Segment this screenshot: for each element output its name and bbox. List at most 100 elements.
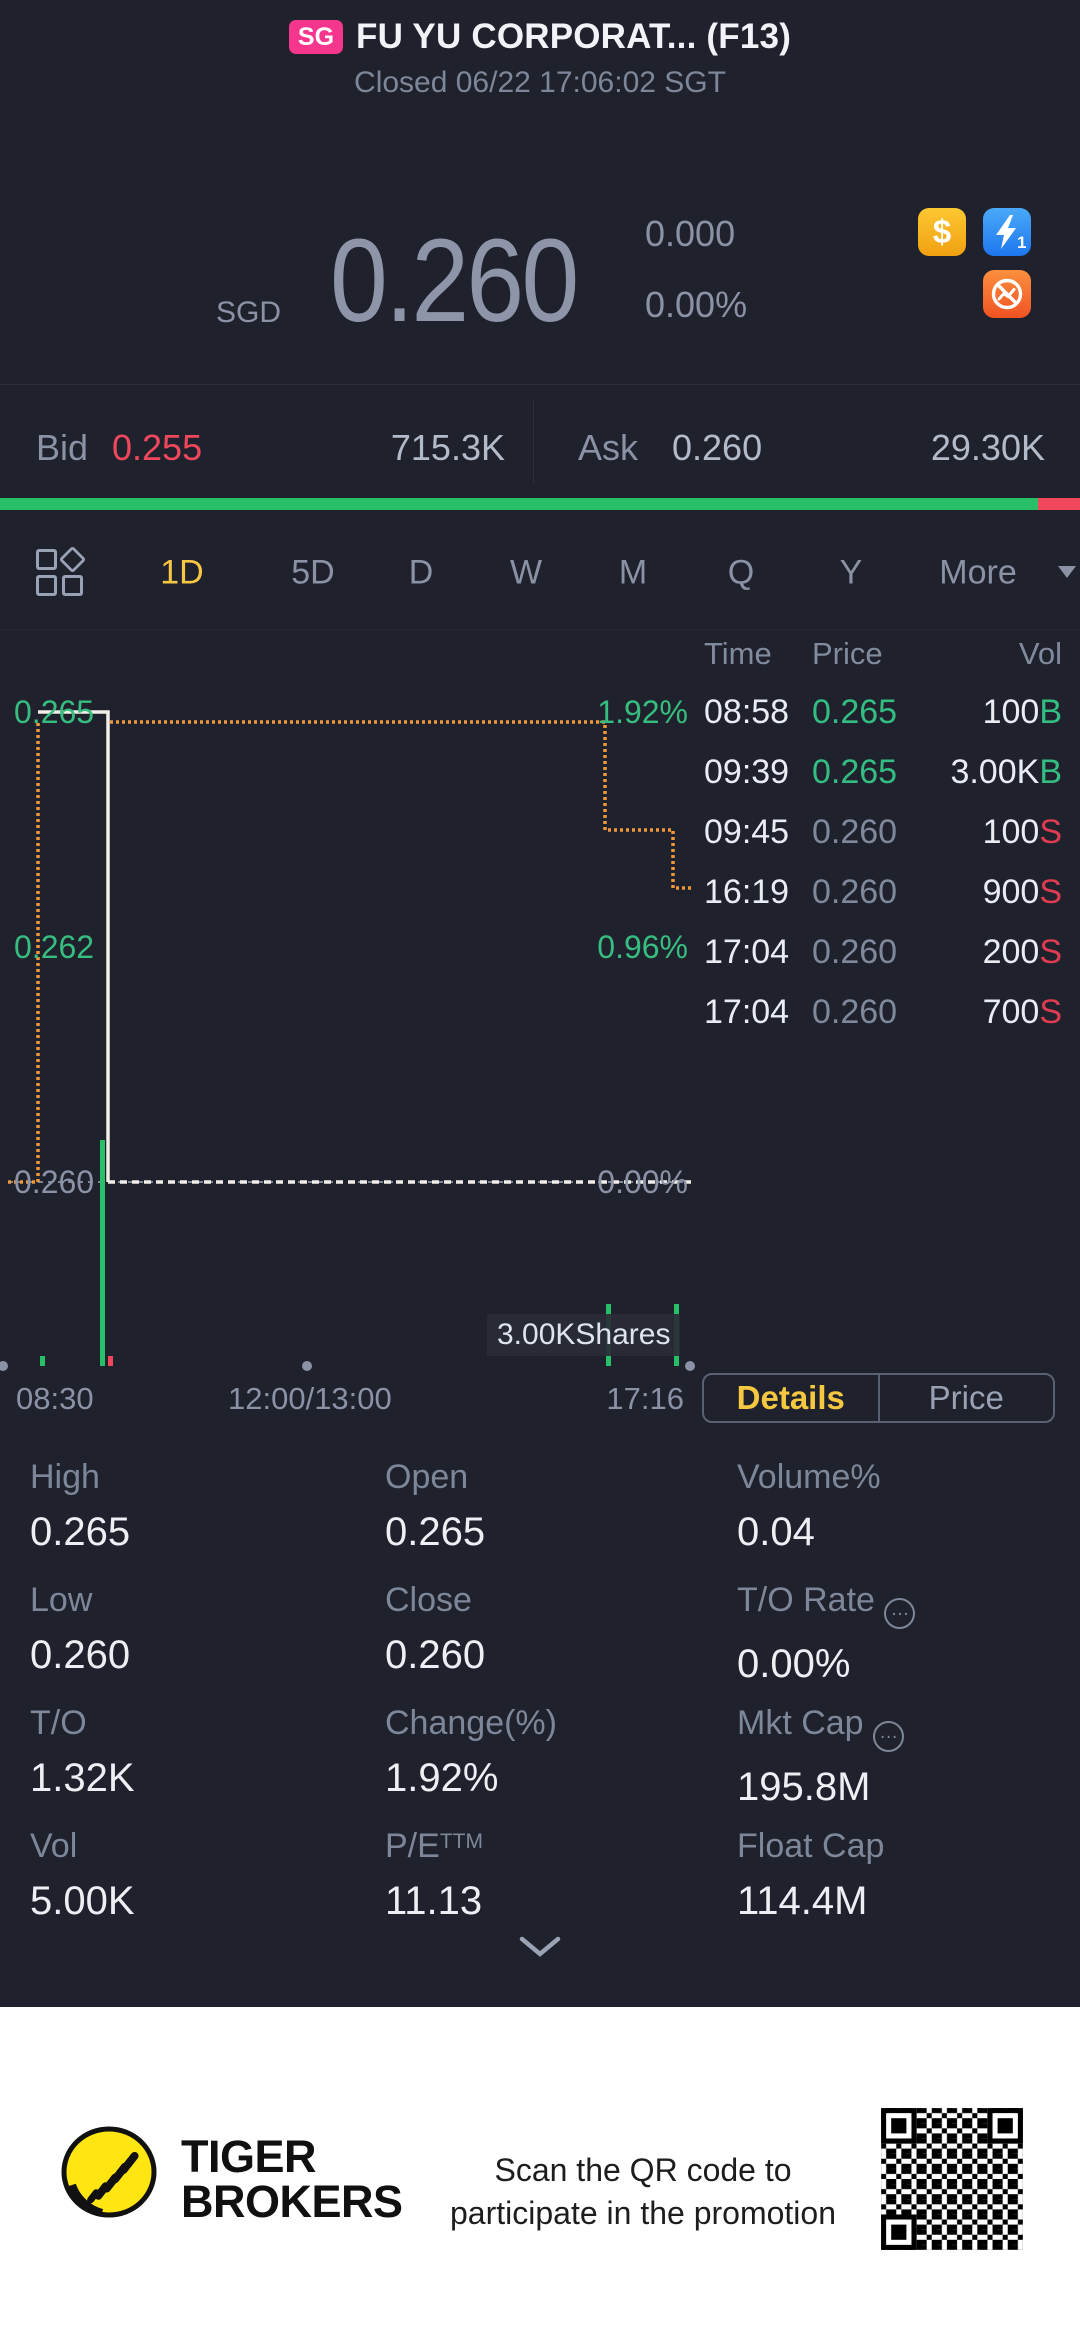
chart-layout-icon[interactable] bbox=[36, 545, 87, 597]
trade-price: 0.265 bbox=[812, 693, 898, 731]
trade-side: S bbox=[1039, 813, 1062, 851]
trade-row[interactable]: 08:58 0.265 100B bbox=[0, 682, 1080, 742]
stat-value: 0.04 bbox=[737, 1510, 815, 1554]
stat-value: 195.8M bbox=[737, 1765, 871, 1809]
promo-text: Scan the QR code to participate in the p… bbox=[428, 2149, 858, 2235]
stat-value: 11.13 bbox=[385, 1879, 483, 1923]
trade-vol: 900S bbox=[983, 862, 1062, 922]
trade-time: 17:04 bbox=[704, 933, 790, 971]
square-icon bbox=[36, 549, 57, 570]
trade-vol: 100B bbox=[983, 682, 1062, 742]
bid-ask-row: Bid 0.255 715.3K Ask 0.260 29.30K bbox=[0, 425, 1080, 471]
tab-week[interactable]: W bbox=[510, 554, 542, 593]
stat-label: Low bbox=[30, 1581, 93, 1619]
promo-line-1: Scan the QR code to bbox=[494, 2152, 792, 2188]
stat-label-sup: TTM bbox=[439, 1830, 483, 1853]
ask-ratio-segment bbox=[1037, 498, 1080, 510]
stat-value: 0.260 bbox=[30, 1633, 131, 1677]
stat-float-cap: Float Cap 114.4M bbox=[737, 1827, 1080, 1950]
tab-quarter[interactable]: Q bbox=[728, 554, 754, 593]
trade-side: B bbox=[1039, 753, 1062, 791]
qr-code-image bbox=[876, 2103, 1028, 2255]
price-button[interactable]: Price bbox=[880, 1375, 1054, 1421]
no-short-icon[interactable] bbox=[983, 270, 1031, 318]
trade-time: 08:58 bbox=[704, 693, 790, 731]
stat-value: 5.00K bbox=[30, 1879, 135, 1923]
trade-row[interactable]: 09:39 0.265 3.00KB bbox=[0, 742, 1080, 802]
change-value: 0.000 bbox=[645, 213, 736, 254]
trade-tape-header: Time Price Vol bbox=[0, 636, 1080, 672]
trade-vol-num: 100 bbox=[982, 813, 1040, 851]
trade-side: S bbox=[1039, 933, 1062, 971]
ask-price[interactable]: 0.260 bbox=[672, 425, 762, 471]
chevron-down-icon bbox=[519, 1936, 561, 1957]
stat-value: 114.4M bbox=[737, 1879, 868, 1923]
stat-label: T/O Rate bbox=[737, 1581, 1080, 1629]
trade-price: 0.260 bbox=[812, 933, 898, 971]
bid-size: 715.3K bbox=[390, 427, 505, 468]
intraday-chart[interactable]: 0.265 0.262 0.260 1.92% 0.96% 0.00% 3.00… bbox=[0, 630, 1080, 1448]
no-short-glyph bbox=[991, 278, 1023, 310]
diamond-icon bbox=[58, 545, 87, 574]
dividend-icon[interactable]: $ bbox=[918, 208, 966, 256]
stat-volume-pct: Volume% 0.04 bbox=[737, 1458, 1080, 1581]
trade-row[interactable]: 17:04 0.260 700S bbox=[0, 982, 1080, 1042]
bid-ask-panel: Bid 0.255 715.3K Ask 0.260 29.30K bbox=[0, 384, 1080, 511]
stat-value: 1.32K bbox=[30, 1756, 135, 1800]
stat-vol: Vol 5.00K bbox=[30, 1827, 385, 1950]
stat-pe: P/ETTM 11.13 bbox=[385, 1827, 737, 1950]
change-percent: 0.00% bbox=[645, 284, 748, 325]
expand-chevron[interactable] bbox=[519, 1936, 561, 1963]
tab-day[interactable]: D bbox=[409, 554, 434, 593]
x-axis-label-open: 08:30 bbox=[16, 1381, 94, 1416]
change-block: 0.000 0.00% bbox=[645, 198, 747, 340]
trade-time: 09:39 bbox=[704, 753, 790, 791]
volume-bar bbox=[40, 1356, 45, 1366]
bid-price[interactable]: 0.255 bbox=[112, 425, 202, 471]
trade-price: 0.260 bbox=[812, 873, 898, 911]
stat-label: Mkt Cap bbox=[737, 1704, 1080, 1752]
details-button[interactable]: Details bbox=[704, 1375, 880, 1421]
tape-mode-toggle: Details Price bbox=[702, 1373, 1055, 1423]
tab-month[interactable]: M bbox=[619, 554, 647, 593]
stat-high: High 0.265 bbox=[30, 1458, 385, 1581]
stat-label: Volume% bbox=[737, 1458, 881, 1496]
trade-side: B bbox=[1039, 693, 1062, 731]
chevron-down-icon[interactable] bbox=[1058, 566, 1076, 578]
trade-vol: 100S bbox=[983, 802, 1062, 862]
col-time: Time bbox=[704, 636, 772, 671]
bid-label: Bid bbox=[36, 427, 89, 468]
stat-label-text: Mkt Cap bbox=[737, 1704, 864, 1742]
volume-bar bbox=[108, 1356, 113, 1366]
info-icon[interactable] bbox=[872, 1721, 904, 1752]
market-status: Closed 06/22 17:06:02 SGT bbox=[354, 66, 726, 99]
quote-block: SGD 0.260 0.000 0.00% $ 1 bbox=[0, 110, 1080, 384]
bid-ask-divider bbox=[533, 399, 534, 483]
title-row: SG FU YU CORPORAT... (F13) bbox=[0, 0, 1080, 57]
flash-order-icon[interactable]: 1 bbox=[983, 208, 1031, 256]
trade-row[interactable]: 16:19 0.260 900S bbox=[0, 862, 1080, 922]
trade-row[interactable]: 17:04 0.260 200S bbox=[0, 922, 1080, 982]
info-icon[interactable] bbox=[883, 1598, 915, 1629]
tab-year[interactable]: Y bbox=[840, 554, 863, 593]
lightning-icon: 1 bbox=[996, 215, 1026, 252]
session-dot bbox=[302, 1361, 312, 1371]
stat-value: 0.265 bbox=[30, 1510, 131, 1554]
trade-vol-num: 100 bbox=[982, 693, 1040, 731]
stat-close: Close 0.260 bbox=[385, 1581, 737, 1704]
trade-vol: 3.00KB bbox=[950, 742, 1062, 802]
trade-row[interactable]: 09:45 0.260 100S bbox=[0, 802, 1080, 862]
max-volume-label: 3.00KShares bbox=[487, 1314, 681, 1356]
tab-1d[interactable]: 1D bbox=[160, 554, 203, 593]
stat-label: Vol bbox=[30, 1827, 78, 1865]
ask-label: Ask bbox=[578, 427, 639, 468]
trade-time: 16:19 bbox=[704, 873, 790, 911]
tab-5d[interactable]: 5D bbox=[291, 554, 334, 593]
trade-vol-num: 3.00K bbox=[950, 753, 1040, 791]
y-axis-label-base: 0.260 bbox=[14, 1164, 95, 1200]
stat-to-rate: T/O Rate 0.00% bbox=[737, 1581, 1080, 1704]
tab-more[interactable]: More bbox=[939, 554, 1016, 593]
trade-time: 09:45 bbox=[704, 813, 790, 851]
promo-footer: TIGER BROKERS Scan the QR code to partic… bbox=[0, 2007, 1080, 2351]
brand-line-1: TIGER bbox=[181, 2131, 317, 2182]
